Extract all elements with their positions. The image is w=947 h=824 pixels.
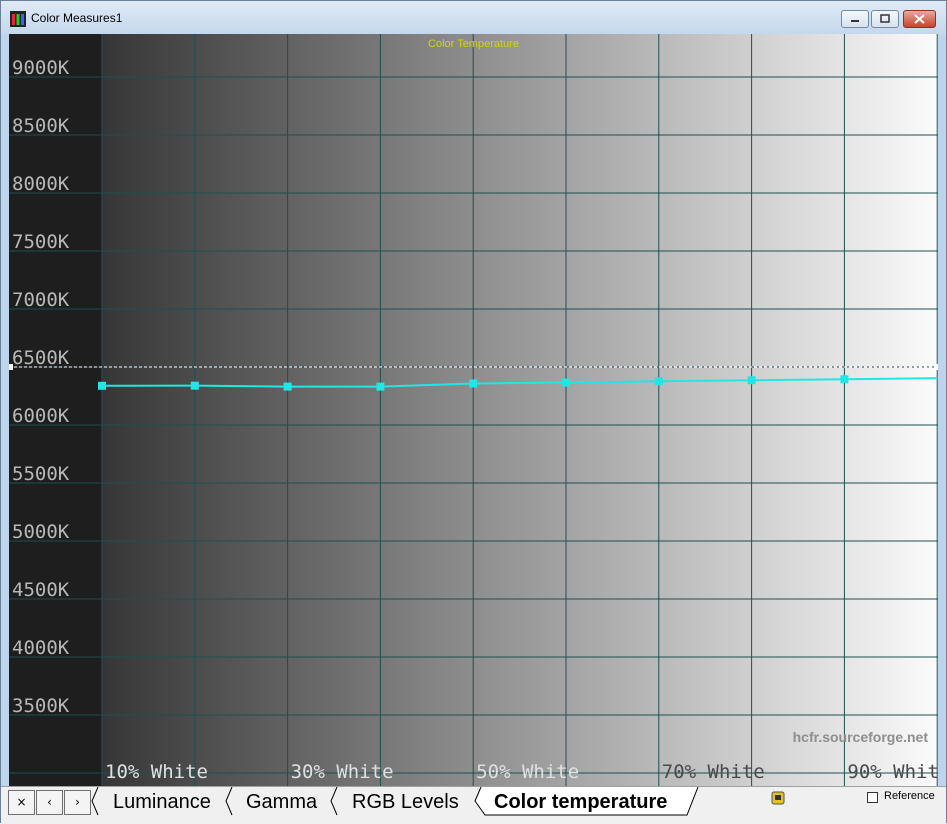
- color-temperature-chart: 9000K 8500K 8000K 7500K 7000K 6500K 6000K 5500K…: [9, 34, 938, 786]
- data-point: [747, 376, 756, 385]
- y-tick-label: 7000K: [12, 289, 70, 311]
- reference-marker-right: [934, 364, 938, 370]
- application-window: Color Measures1 9000K 8500K 8000K 7500K 7000…: [0, 0, 947, 824]
- close-button[interactable]: [903, 10, 936, 28]
- y-tick-label: 7500K: [12, 231, 70, 253]
- tab-gamma-label: Gamma: [246, 791, 318, 813]
- y-tick-label: 4500K: [12, 579, 70, 601]
- reference-label: Reference: [884, 790, 935, 802]
- tab-color-temperature-label: Color temperature: [494, 791, 668, 813]
- tab-rgb-levels-label: RGB Levels: [352, 791, 459, 813]
- y-tick-label: 4000K: [12, 637, 70, 659]
- series-line: [101, 377, 938, 388]
- y-tick-label: 3500K: [12, 695, 70, 717]
- data-point: [469, 379, 478, 388]
- restore-icon: [880, 14, 890, 23]
- minimize-icon: [851, 20, 859, 22]
- data-point: [283, 382, 292, 391]
- x-tick-label: 30% White: [291, 761, 394, 783]
- chart-area[interactable]: 9000K 8500K 8000K 7500K 7000K 6500K 6000K 5500K…: [9, 34, 938, 786]
- title-bar[interactable]: Color Measures1: [1, 1, 946, 35]
- window-title: Color Measures1: [31, 11, 123, 25]
- minimize-button[interactable]: [841, 10, 869, 28]
- data-point: [840, 375, 849, 384]
- chart-title: Color Temperature: [428, 38, 519, 50]
- y-tick-label: 5000K: [12, 521, 70, 543]
- y-tick-label: 8000K: [12, 173, 70, 195]
- y-tick-label: 6000K: [12, 405, 70, 427]
- tab-bar: × ‹ › Luminance Gamma RGB Levels Color t…: [1, 786, 946, 824]
- y-tick-label: 9000K: [12, 57, 70, 79]
- data-point: [376, 382, 385, 391]
- restore-button[interactable]: [871, 10, 899, 28]
- y-tick-label: 5500K: [12, 463, 70, 485]
- y-tick-label: 8500K: [12, 115, 70, 137]
- data-point: [562, 378, 570, 387]
- tab-luminance-label: Luminance: [113, 791, 211, 813]
- data-point: [98, 381, 106, 390]
- sensor-icon[interactable]: [771, 791, 785, 805]
- reference-marker-left: [9, 364, 13, 370]
- app-rgb-icon: [10, 11, 26, 27]
- close-icon: [914, 14, 925, 24]
- x-tick-label: 50% White: [476, 761, 579, 783]
- y-tick-label: 6500K: [12, 347, 70, 369]
- data-point: [654, 377, 663, 386]
- reference-checkbox[interactable]: [867, 792, 878, 803]
- x-tick-label: 90% White: [847, 761, 938, 783]
- x-tick-label: 10% White: [105, 761, 208, 783]
- x-tick-label: 70% White: [662, 761, 765, 783]
- watermark-text: hcfr.sourceforge.net: [792, 729, 928, 745]
- data-point: [190, 381, 199, 390]
